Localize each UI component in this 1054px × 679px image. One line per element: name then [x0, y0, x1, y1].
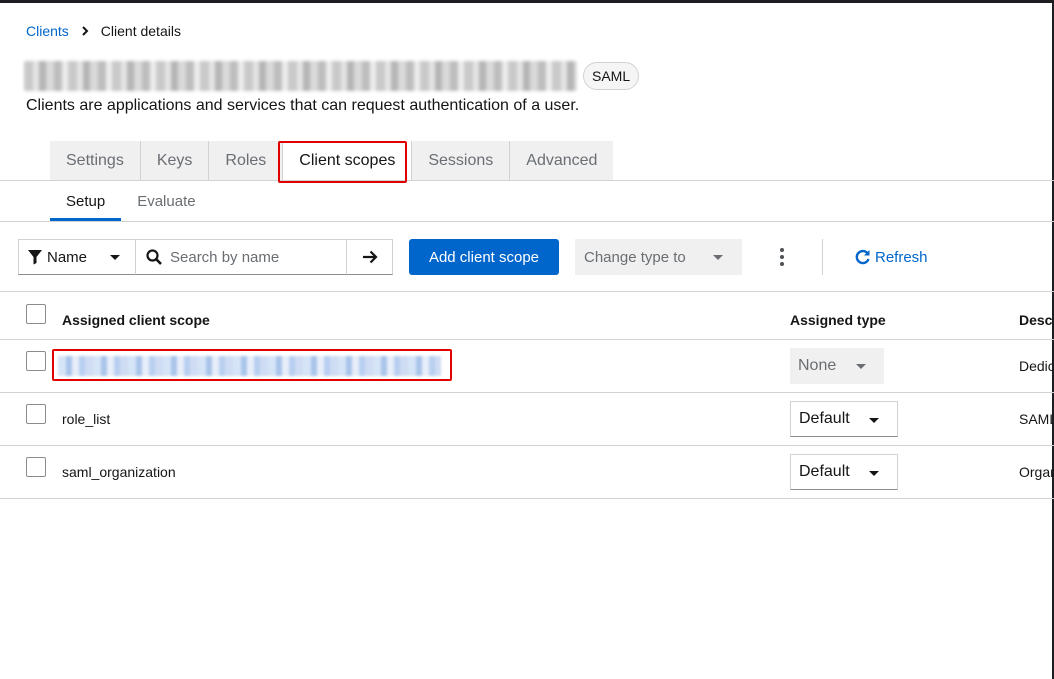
column-header-scope: Assigned client scope [62, 312, 210, 328]
select-all-checkbox[interactable] [26, 304, 46, 324]
table-header: Assigned client scope Assigned type Desc… [0, 292, 1054, 340]
scope-name: role_list [62, 411, 111, 427]
tab-keys[interactable]: Keys [140, 141, 210, 180]
row-checkbox[interactable] [26, 351, 46, 371]
assigned-type-value: Default [799, 410, 850, 427]
table-row: role_list Default SAML [0, 393, 1054, 446]
scope-description: Organ [1019, 464, 1052, 480]
change-type-dropdown[interactable]: Change type to [575, 239, 742, 275]
main-tabs: Settings Keys Roles Client scopes Sessio… [50, 141, 614, 180]
caret-down-icon [712, 250, 724, 264]
page-subtitle: Clients are applications and services th… [26, 97, 580, 114]
protocol-badge: SAML [583, 62, 640, 90]
sub-tabs: Setup Evaluate [50, 182, 212, 221]
table-toolbar: Name Add client scope Change type to Ref… [0, 222, 1054, 292]
assigned-type-select[interactable]: Default [790, 401, 898, 437]
add-client-scope-button[interactable]: Add client scope [409, 239, 559, 275]
breadcrumb-current: Client details [100, 23, 181, 39]
tab-advanced[interactable]: Advanced [510, 141, 614, 180]
tab-settings[interactable]: Settings [50, 141, 141, 180]
breadcrumb: Clients Client details [26, 23, 181, 39]
row-checkbox[interactable] [26, 404, 46, 424]
refresh-label: Refresh [875, 248, 928, 266]
caret-down-icon [868, 413, 880, 427]
caret-down-icon [868, 466, 880, 480]
filter-select[interactable]: Name [18, 239, 136, 275]
scope-name: saml_organization [62, 464, 176, 480]
change-type-label: Change type to [584, 248, 686, 266]
breadcrumb-clients-link[interactable]: Clients [26, 23, 69, 39]
subtab-evaluate[interactable]: Evaluate [121, 182, 211, 221]
search-box [135, 239, 347, 275]
arrow-right-icon [362, 250, 378, 264]
filter-icon [27, 249, 43, 265]
column-header-type: Assigned type [790, 312, 886, 328]
client-scopes-table: Assigned client scope Assigned type Desc… [0, 292, 1054, 499]
search-submit-button[interactable] [346, 239, 393, 275]
page-title-redacted [24, 61, 577, 91]
page-title-row: SAML [24, 61, 640, 91]
table-row: saml_organization Default Organ [0, 446, 1054, 499]
caret-down-icon [855, 359, 867, 373]
scope-link-redacted[interactable] [58, 356, 441, 376]
search-input[interactable] [170, 248, 340, 266]
assigned-type-value: None [798, 357, 837, 374]
refresh-icon [854, 249, 871, 266]
assigned-type-value: Default [799, 463, 850, 480]
assigned-type-select: None [790, 348, 884, 384]
search-icon [146, 249, 162, 265]
table-row: None Dedic [0, 340, 1054, 393]
toolbar-divider [822, 239, 823, 275]
tab-client-scopes[interactable]: Client scopes [283, 141, 413, 180]
caret-down-icon [109, 250, 121, 264]
tab-sessions[interactable]: Sessions [412, 141, 511, 180]
scope-description: SAML [1019, 411, 1052, 427]
refresh-button[interactable]: Refresh [854, 239, 928, 275]
scope-description: Dedic [1019, 358, 1052, 374]
filter-select-label: Name [47, 248, 88, 266]
row-checkbox[interactable] [26, 457, 46, 477]
chevron-right-icon [81, 26, 89, 36]
column-header-description: Descr [1019, 312, 1052, 328]
kebab-menu-icon[interactable] [773, 244, 791, 270]
tabs-divider [0, 180, 1054, 181]
assigned-type-select[interactable]: Default [790, 454, 898, 490]
subtab-setup[interactable]: Setup [50, 182, 122, 221]
tab-roles[interactable]: Roles [209, 141, 284, 180]
